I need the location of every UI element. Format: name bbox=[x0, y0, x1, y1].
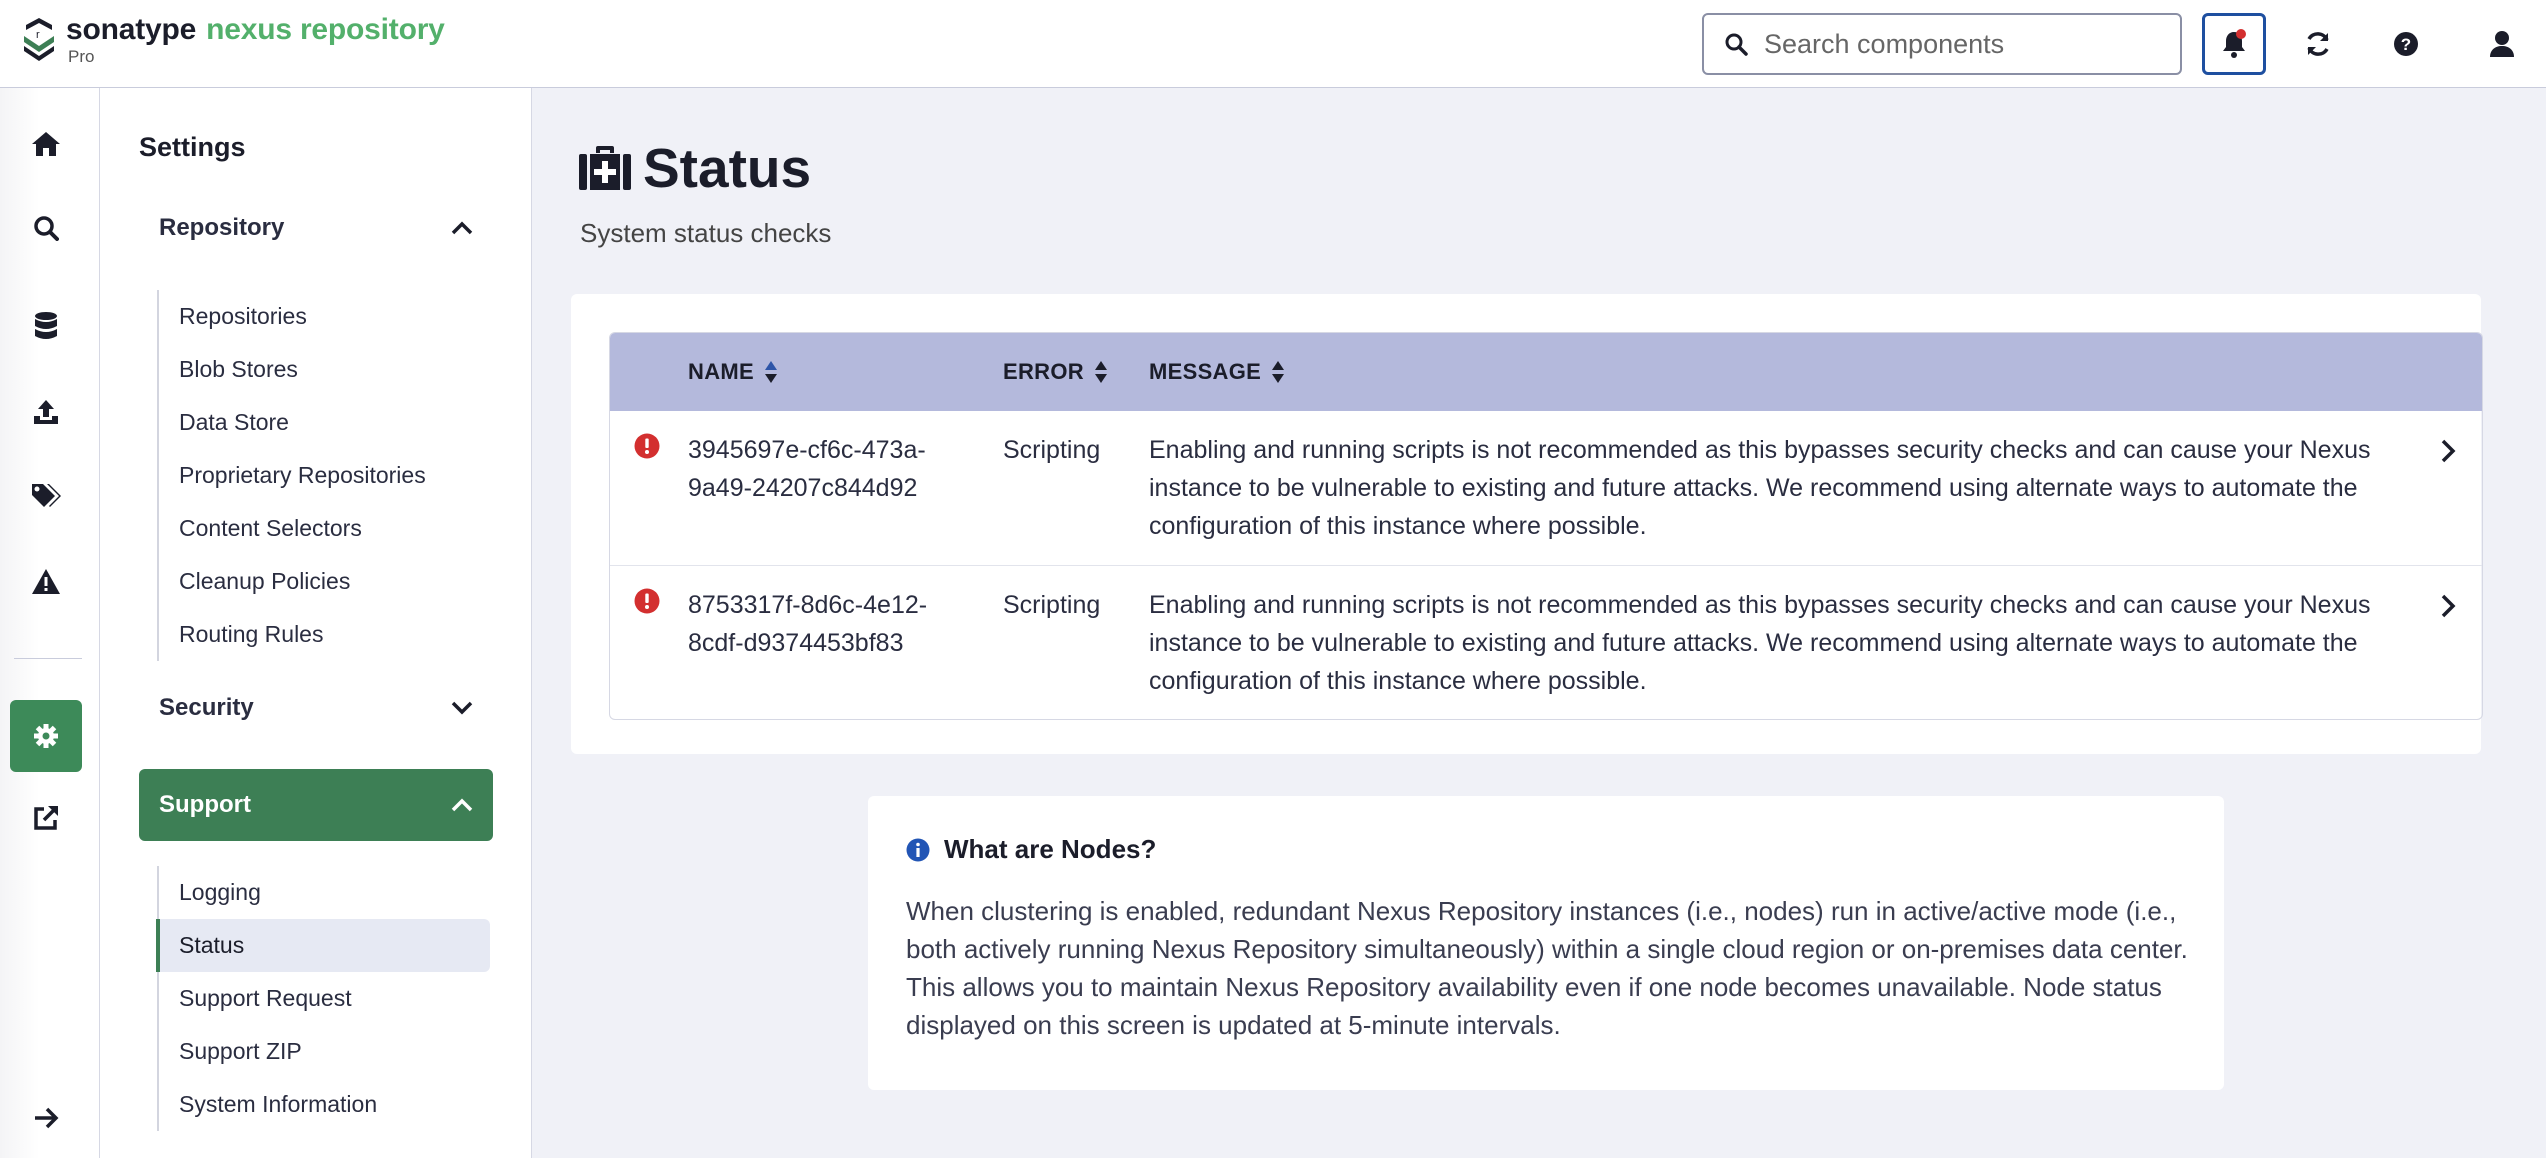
nav-expand[interactable] bbox=[10, 1082, 82, 1154]
sort-icon bbox=[1094, 361, 1107, 383]
nav-item-data-store[interactable]: Data Store bbox=[159, 396, 493, 449]
info-icon bbox=[906, 838, 930, 861]
search-box[interactable] bbox=[1702, 13, 2182, 75]
table-header: NAME ERROR MESSAGE bbox=[610, 333, 2482, 411]
sort-asc-icon bbox=[764, 361, 777, 383]
nav-malware[interactable] bbox=[10, 546, 82, 618]
error-icon bbox=[634, 433, 660, 459]
top-header: r sonatype nexus repository Pro ? bbox=[0, 0, 2546, 88]
search-icon bbox=[34, 216, 59, 241]
expand-arrow-icon bbox=[35, 1107, 59, 1129]
nodes-info-title: What are Nodes? bbox=[944, 834, 1157, 864]
search-input[interactable] bbox=[1764, 28, 2164, 60]
chevron-up-icon bbox=[451, 221, 473, 235]
nav-settings[interactable] bbox=[10, 700, 82, 772]
nav-item-system-information[interactable]: System Information bbox=[159, 1078, 493, 1131]
help-button[interactable]: ? bbox=[2374, 13, 2438, 75]
medkit-icon bbox=[579, 146, 631, 190]
nav-external-link[interactable] bbox=[10, 782, 82, 854]
gear-icon bbox=[34, 724, 58, 748]
database-icon bbox=[35, 312, 57, 339]
chevron-down-icon bbox=[451, 701, 473, 715]
section-security[interactable]: Security bbox=[139, 672, 493, 744]
nodes-info-card: What are Nodes? When clustering is enabl… bbox=[868, 796, 2224, 1090]
nav-item-logging[interactable]: Logging bbox=[159, 866, 493, 919]
svg-text:r: r bbox=[36, 29, 40, 41]
nav-item-proprietary-repositories[interactable]: Proprietary Repositories bbox=[159, 449, 493, 502]
status-table: NAME ERROR MESSAGE 3945697e-cf6c-473a-9a… bbox=[609, 332, 2483, 720]
error-icon bbox=[634, 588, 660, 614]
nav-upload[interactable] bbox=[10, 376, 82, 448]
table-row[interactable]: 3945697e-cf6c-473a-9a49-24207c844d92 Scr… bbox=[610, 411, 2482, 565]
row-name: 3945697e-cf6c-473a-9a49-24207c844d92 bbox=[688, 436, 926, 502]
row-error: Scripting bbox=[1003, 591, 1101, 619]
nav-item-routing-rules[interactable]: Routing Rules bbox=[159, 608, 493, 661]
refresh-icon bbox=[2307, 32, 2329, 56]
row-message: Enabling and running scripts is not reco… bbox=[1149, 591, 2371, 695]
page-title: Status bbox=[643, 137, 812, 199]
section-security-label: Security bbox=[159, 694, 254, 721]
svg-text:?: ? bbox=[2401, 35, 2411, 54]
page-subtitle: System status checks bbox=[580, 218, 832, 248]
row-name: 8753317f-8d6c-4e12-8cdf-d9374453bf83 bbox=[688, 591, 928, 657]
search-icon bbox=[1725, 33, 1748, 56]
nav-item-support-request[interactable]: Support Request bbox=[159, 972, 493, 1025]
column-name-header[interactable]: NAME bbox=[688, 333, 778, 411]
nav-item-support-zip[interactable]: Support ZIP bbox=[159, 1025, 493, 1078]
nav-browse[interactable] bbox=[10, 290, 82, 362]
nav-tags[interactable] bbox=[10, 460, 82, 532]
section-repository[interactable]: Repository bbox=[139, 192, 493, 264]
nodes-info-text: When clustering is enabled, redundant Ne… bbox=[906, 896, 2188, 1040]
bell-icon bbox=[2223, 29, 2246, 58]
brand-sonatype: sonatype bbox=[66, 13, 197, 46]
row-message: Enabling and running scripts is not reco… bbox=[1149, 436, 2371, 540]
edition-label: Pro bbox=[68, 47, 95, 66]
home-icon bbox=[32, 132, 60, 156]
support-items: Logging Status Support Request Support Z… bbox=[156, 866, 493, 1131]
brand-logo[interactable]: r sonatype nexus repository Pro bbox=[20, 13, 445, 66]
help-icon: ? bbox=[2394, 32, 2418, 56]
column-message-header[interactable]: MESSAGE bbox=[1149, 333, 1285, 411]
nav-item-cleanup-policies[interactable]: Cleanup Policies bbox=[159, 555, 493, 608]
nav-item-status[interactable]: Status bbox=[156, 919, 490, 972]
tags-icon bbox=[32, 484, 61, 507]
sort-icon bbox=[1272, 361, 1285, 383]
column-error-header[interactable]: ERROR bbox=[1003, 333, 1108, 411]
chevron-right-icon[interactable] bbox=[2440, 439, 2456, 463]
nav-item-content-selectors[interactable]: Content Selectors bbox=[159, 502, 493, 555]
external-link-icon bbox=[34, 806, 58, 830]
upload-icon bbox=[34, 400, 58, 424]
section-repository-label: Repository bbox=[159, 214, 285, 241]
table-row[interactable]: 8753317f-8d6c-4e12-8cdf-d9374453bf83 Scr… bbox=[610, 565, 2482, 719]
status-card: NAME ERROR MESSAGE 3945697e-cf6c-473a-9a… bbox=[571, 294, 2483, 754]
warning-icon bbox=[32, 569, 60, 594]
nav-item-blob-stores[interactable]: Blob Stores bbox=[159, 343, 493, 396]
brand-product: nexus repository bbox=[206, 13, 445, 46]
main-content: Status System status checks NAME ERROR M… bbox=[532, 88, 2546, 1158]
nav-search[interactable] bbox=[10, 192, 82, 264]
user-icon bbox=[2490, 31, 2514, 57]
notifications-button[interactable] bbox=[2202, 13, 2266, 75]
row-error: Scripting bbox=[1003, 436, 1101, 464]
rail-divider bbox=[14, 658, 82, 659]
settings-panel: Settings Repository Repositories Blob St… bbox=[100, 88, 532, 1158]
chevron-up-icon bbox=[451, 798, 473, 812]
repository-items: Repositories Blob Stores Data Store Prop… bbox=[157, 290, 493, 661]
settings-title: Settings bbox=[139, 132, 246, 162]
user-button[interactable] bbox=[2470, 13, 2534, 75]
refresh-button[interactable] bbox=[2286, 13, 2350, 75]
nav-home[interactable] bbox=[10, 108, 82, 180]
left-nav-rail bbox=[0, 88, 100, 1158]
page-header: Status bbox=[579, 136, 811, 200]
chevron-right-icon[interactable] bbox=[2440, 594, 2456, 618]
section-support[interactable]: Support bbox=[139, 769, 493, 841]
nav-item-repositories[interactable]: Repositories bbox=[159, 290, 493, 343]
sonatype-logo-icon: r bbox=[24, 18, 54, 61]
section-support-label: Support bbox=[159, 791, 251, 818]
